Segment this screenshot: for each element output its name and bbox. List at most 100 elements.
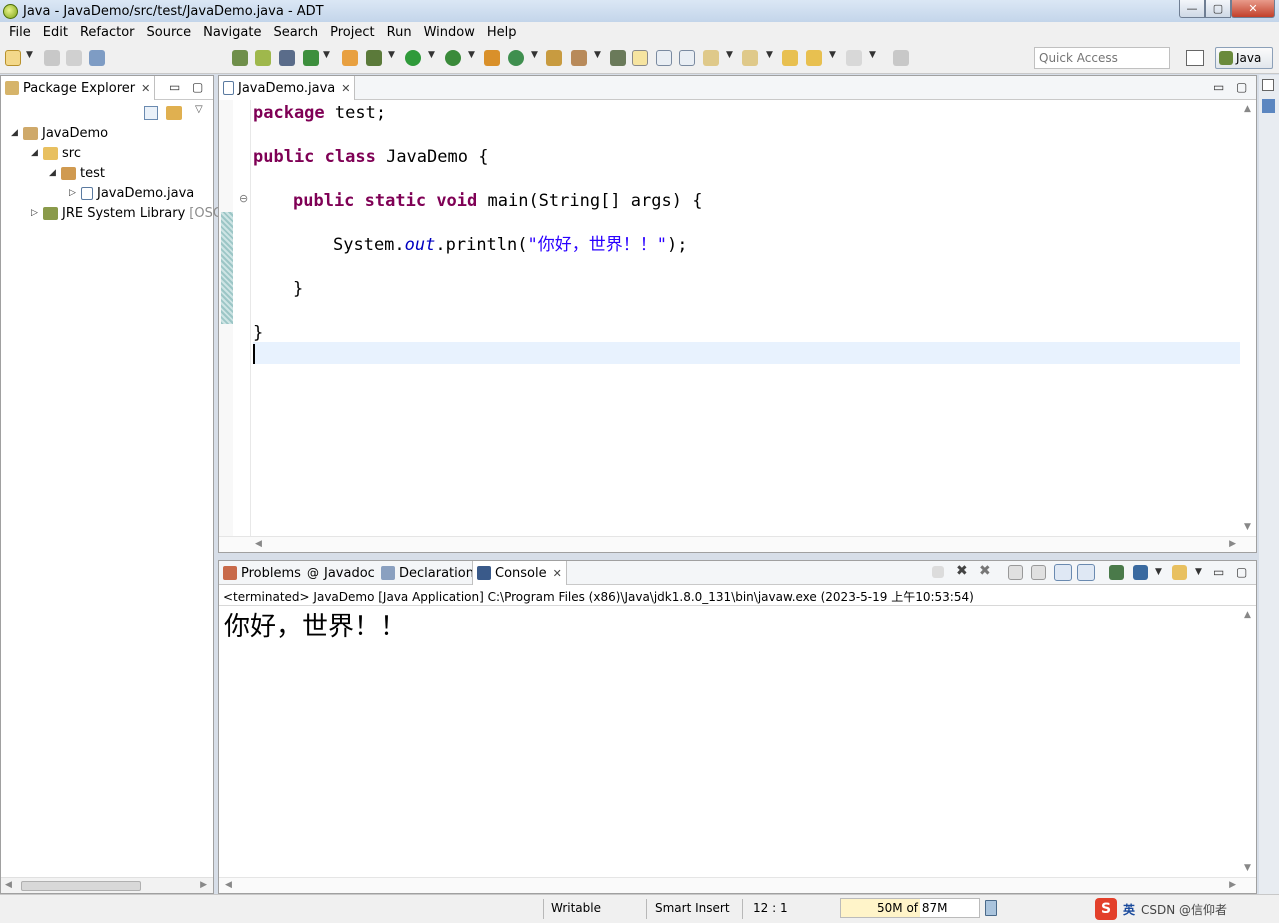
heap-status[interactable]: 50M of 87M: [840, 898, 980, 918]
search-icon[interactable]: [571, 50, 587, 66]
menu-source[interactable]: Source: [141, 25, 198, 40]
tree-item-project[interactable]: ◢ JavaDemo: [11, 123, 108, 143]
scroll-right-icon[interactable]: ▶: [1229, 539, 1236, 549]
minimize-button[interactable]: —: [1179, 0, 1205, 18]
view-menu-icon[interactable]: ▽: [195, 104, 203, 115]
sdk-manager-icon[interactable]: [232, 50, 248, 66]
new-android-icon[interactable]: [342, 50, 358, 66]
close-tab-icon[interactable]: ✕: [553, 567, 562, 580]
menu-navigate[interactable]: Navigate: [197, 25, 267, 40]
tab-console[interactable]: Console ✕: [472, 561, 567, 585]
open-console-icon[interactable]: [1172, 565, 1187, 580]
save-all-icon[interactable]: [66, 50, 82, 66]
menu-refactor[interactable]: Refactor: [74, 25, 141, 40]
editor-vscroll[interactable]: ▲ ▼: [1240, 100, 1256, 536]
next-annotation-dropdown-icon[interactable]: ▼: [726, 50, 733, 60]
menu-file[interactable]: File: [3, 25, 37, 40]
toggle-breadcrumb-icon[interactable]: [610, 50, 626, 66]
expanded-arrow-icon[interactable]: ◢: [49, 168, 61, 178]
new-java-project-icon[interactable]: [484, 50, 500, 66]
menu-edit[interactable]: Edit: [37, 25, 74, 40]
collapse-all-icon[interactable]: [144, 106, 158, 120]
scroll-left-icon[interactable]: ◀: [255, 539, 262, 549]
tab-javadoc[interactable]: @ Javadoc: [303, 561, 379, 585]
run-icon[interactable]: [405, 50, 421, 66]
maximize-view-icon[interactable]: ▢: [1236, 80, 1247, 94]
console-output[interactable]: 你好，世界！！: [224, 606, 406, 643]
check-icon[interactable]: [303, 50, 319, 66]
collapsed-arrow-icon[interactable]: ▷: [31, 208, 43, 218]
new-class-dropdown-icon[interactable]: ▼: [531, 50, 538, 60]
run-dropdown-icon[interactable]: ▼: [428, 50, 435, 60]
scroll-lock-icon[interactable]: [1031, 565, 1046, 580]
scroll-down-icon[interactable]: ▼: [1244, 522, 1251, 532]
debug-icon[interactable]: [366, 50, 382, 66]
java-perspective-button[interactable]: Java: [1215, 47, 1273, 69]
restore-icon[interactable]: [1262, 79, 1274, 91]
remove-all-terminated-icon[interactable]: ✖: [979, 563, 991, 579]
console-hscroll[interactable]: ◀ ▶: [219, 877, 1256, 893]
tree-item-java-file[interactable]: ▷ JavaDemo.java: [69, 183, 194, 203]
menu-window[interactable]: Window: [418, 25, 481, 40]
back-icon[interactable]: [806, 50, 822, 66]
debug-dropdown-icon[interactable]: ▼: [388, 50, 395, 60]
close-button[interactable]: ✕: [1231, 0, 1275, 18]
scroll-left-icon[interactable]: ◀: [5, 880, 12, 890]
link-with-editor-icon[interactable]: [166, 106, 182, 120]
mark-occurrences-icon[interactable]: [632, 50, 648, 66]
forward-dropdown-icon[interactable]: ▼: [869, 50, 876, 60]
expanded-arrow-icon[interactable]: ◢: [11, 128, 23, 138]
maximize-button[interactable]: ▢: [1205, 0, 1231, 18]
block-selection-icon[interactable]: [656, 50, 672, 66]
maximize-view-icon[interactable]: ▢: [1236, 565, 1247, 579]
tree-item-package[interactable]: ◢ test: [49, 163, 105, 183]
scroll-thumb[interactable]: [21, 881, 141, 891]
tab-javademo-java[interactable]: JavaDemo.java ✕: [219, 76, 356, 100]
sogou-ime-icon[interactable]: S: [1095, 898, 1117, 920]
ime-mode[interactable]: 英: [1123, 901, 1135, 918]
scroll-up-icon[interactable]: ▲: [1244, 610, 1251, 620]
back-dropdown-icon[interactable]: ▼: [829, 50, 836, 60]
pin-console-icon[interactable]: [1109, 565, 1124, 580]
avd-manager-icon[interactable]: [255, 50, 271, 66]
editor-hscroll[interactable]: ◀ ▶: [219, 536, 1256, 552]
display-console-dropdown-icon[interactable]: ▼: [1155, 567, 1162, 577]
scroll-down-icon[interactable]: ▼: [1244, 863, 1251, 873]
tab-declaration[interactable]: Declaration: [377, 561, 478, 585]
previous-annotation-dropdown-icon[interactable]: ▼: [766, 50, 773, 60]
collapsed-arrow-icon[interactable]: ▷: [69, 188, 81, 198]
open-type-icon[interactable]: [546, 50, 562, 66]
terminate-icon[interactable]: [932, 566, 944, 578]
scroll-right-icon[interactable]: ▶: [200, 880, 207, 890]
scroll-up-icon[interactable]: ▲: [1244, 104, 1251, 114]
garbage-collect-icon[interactable]: [985, 900, 997, 916]
tree-item-jre-library[interactable]: ▷ JRE System Library [OSGi: [31, 203, 227, 223]
pin-editor-icon[interactable]: [893, 50, 909, 66]
tree-item-src[interactable]: ◢ src: [31, 143, 81, 163]
package-explorer-hscroll[interactable]: ◀ ▶: [1, 877, 213, 893]
next-annotation-icon[interactable]: [703, 50, 719, 66]
show-whitespace-icon[interactable]: [679, 50, 695, 66]
quick-access-input[interactable]: [1034, 47, 1170, 69]
code-area[interactable]: package test; public class JavaDemo { pu…: [253, 100, 1240, 536]
check-dropdown-icon[interactable]: ▼: [323, 50, 330, 60]
menu-search[interactable]: Search: [267, 25, 324, 40]
expanded-arrow-icon[interactable]: ◢: [31, 148, 43, 158]
clear-console-icon[interactable]: [1008, 565, 1023, 580]
fold-collapse-icon[interactable]: ⊖: [239, 192, 248, 205]
show-on-stdout-icon[interactable]: [1054, 564, 1072, 581]
close-tab-icon[interactable]: ✕: [341, 82, 350, 95]
search-dropdown-icon[interactable]: ▼: [594, 50, 601, 60]
minimize-view-icon[interactable]: ▭: [1213, 80, 1224, 94]
new-class-icon[interactable]: [508, 50, 524, 66]
scroll-left-icon[interactable]: ◀: [225, 880, 232, 890]
outline-view-icon[interactable]: [1262, 99, 1275, 113]
save-icon[interactable]: [44, 50, 60, 66]
previous-annotation-icon[interactable]: [742, 50, 758, 66]
minimize-view-icon[interactable]: ▭: [1213, 565, 1224, 579]
open-perspective-icon[interactable]: [1186, 50, 1204, 66]
close-tab-icon[interactable]: ✕: [141, 82, 150, 95]
console-vscroll[interactable]: ▲ ▼: [1240, 606, 1256, 877]
run-last-icon[interactable]: [445, 50, 461, 66]
tab-problems[interactable]: Problems: [219, 561, 305, 585]
